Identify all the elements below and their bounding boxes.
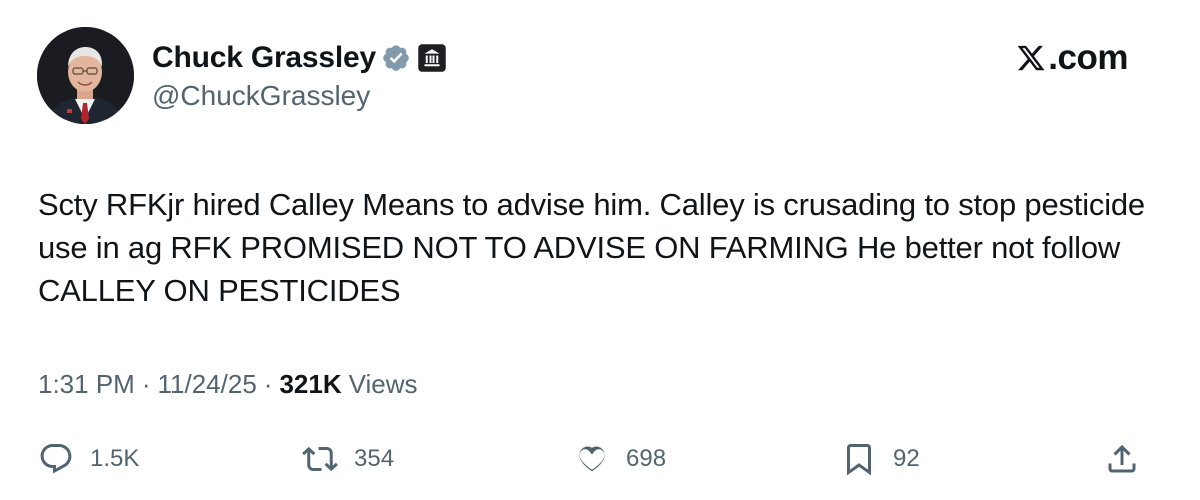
reply-button[interactable]: 1.5K: [38, 437, 139, 481]
heart-icon: [574, 441, 610, 477]
tweet-date[interactable]: 11/24/25: [158, 369, 257, 400]
meta-separator: ·: [263, 369, 273, 399]
tweet-meta: 1:31 PM · 11/24/25 · 321K Views: [38, 369, 418, 400]
brand-domain-label: .com: [1048, 38, 1128, 77]
repost-count: 354: [354, 445, 395, 472]
author-handle[interactable]: @ChuckGrassley: [152, 80, 370, 112]
x-logo-icon: [1016, 42, 1046, 74]
tweet-text: Scty RFKjr hired Calley Means to advise …: [38, 187, 1145, 308]
share-button[interactable]: [1104, 437, 1140, 481]
repost-icon: [302, 441, 338, 477]
like-count: 698: [626, 445, 667, 472]
action-bar: 1.5K 354 698 92: [0, 437, 1200, 481]
author-display-name[interactable]: Chuck Grassley: [152, 41, 376, 75]
reply-icon: [38, 441, 74, 477]
reply-count: 1.5K: [90, 445, 140, 472]
brand-watermark: .com: [1016, 38, 1128, 78]
views-count: 321K: [279, 369, 342, 399]
bookmark-count: 92: [893, 445, 920, 472]
tweet-time[interactable]: 1:31 PM: [38, 369, 135, 400]
meta-separator: ·: [141, 369, 151, 399]
like-button[interactable]: 698: [574, 437, 666, 481]
profile-photo: [37, 27, 134, 124]
verified-badge-icon[interactable]: [381, 43, 411, 73]
share-icon: [1104, 441, 1140, 477]
bookmark-button[interactable]: 92: [841, 437, 920, 481]
repost-button[interactable]: 354: [302, 437, 394, 481]
bookmark-icon: [841, 441, 877, 477]
views-label: Views: [348, 369, 418, 399]
avatar[interactable]: [37, 27, 134, 124]
government-building-icon[interactable]: [417, 43, 447, 73]
author-name-row: Chuck Grassley: [152, 38, 447, 78]
